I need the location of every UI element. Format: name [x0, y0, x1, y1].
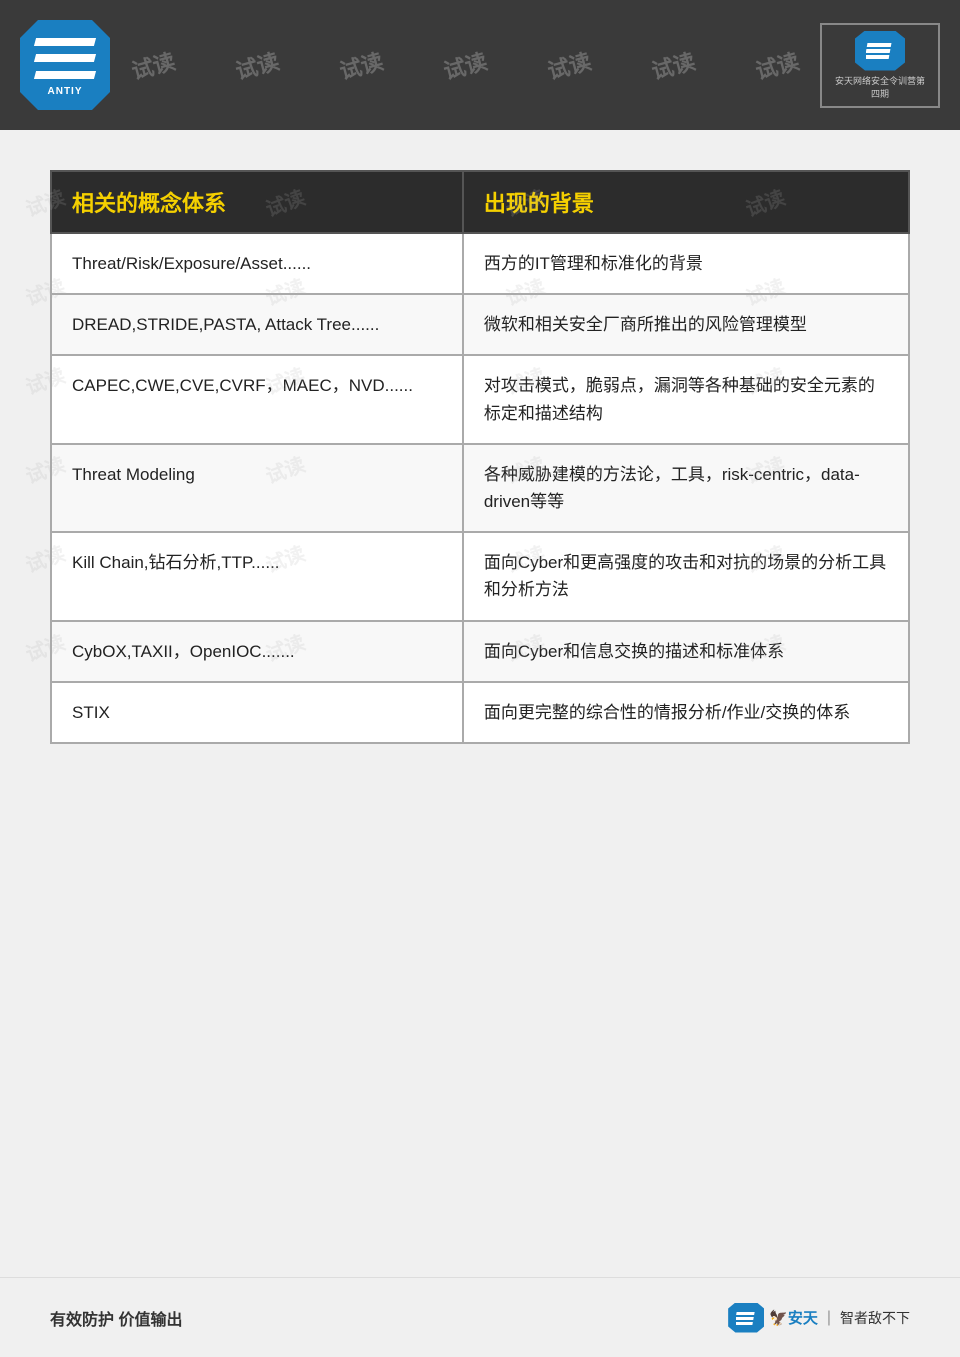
header-right-logo: 安天网络安全令训营第四期: [820, 23, 940, 108]
logo-text: ANTIY: [48, 86, 83, 97]
header-wm-7: 试读: [752, 44, 803, 86]
footer-divider: |: [827, 1309, 831, 1327]
table-cell-left-0: Threat/Risk/Exposure/Asset......: [51, 233, 463, 294]
logo-stripe-2: [34, 54, 96, 62]
footer-slogan: 有效防护 价值输出: [50, 1306, 182, 1330]
table-row: Threat Modeling各种威胁建模的方法论，工具，risk-centri…: [51, 444, 909, 532]
antiy-logo: ANTIY: [20, 20, 110, 110]
right-logo-box: 安天网络安全令训营第四期: [820, 23, 940, 108]
header-wm-4: 试读: [440, 44, 491, 86]
main-table: 相关的概念体系 出现的背景 Threat/Risk/Exposure/Asset…: [50, 170, 910, 744]
footer-logo-icon: [728, 1303, 764, 1333]
footer-logo: 🦅安天 | 智者敌不下: [728, 1303, 910, 1333]
table-cell-left-2: CAPEC,CWE,CVE,CVRF，MAEC，NVD......: [51, 355, 463, 443]
logo-stripe-3: [34, 71, 96, 79]
header-watermarks: 试读 试读 试读 试读 试读 试读 试读: [110, 49, 820, 81]
table-cell-right-1: 微软和相关安全厂商所推出的风险管理模型: [463, 294, 909, 355]
footer-logo-antiy: 🦅安天: [769, 1307, 818, 1328]
col2-header: 出现的背景: [463, 171, 909, 233]
table-cell-left-1: DREAD,STRIDE,PASTA, Attack Tree......: [51, 294, 463, 355]
table-cell-left-4: Kill Chain,钻石分析,TTP......: [51, 532, 463, 620]
col1-header: 相关的概念体系: [51, 171, 463, 233]
table-row: STIX面向更完整的综合性的情报分析/作业/交换的体系: [51, 682, 909, 743]
logo-stripes: [35, 34, 95, 84]
header-wm-6: 试读: [648, 44, 699, 86]
table-cell-right-5: 面向Cyber和信息交换的描述和标准体系: [463, 621, 909, 682]
header: ANTIY 试读 试读 试读 试读 试读 试读 试读 安天网络安全令训营第四期: [0, 0, 960, 130]
table-cell-left-6: STIX: [51, 682, 463, 743]
table-row: CAPEC,CWE,CVE,CVRF，MAEC，NVD......对攻击模式，脆…: [51, 355, 909, 443]
table-row: CybOX,TAXII，OpenIOC.......面向Cyber和信息交换的描…: [51, 621, 909, 682]
header-wm-1: 试读: [128, 44, 179, 86]
table-cell-right-3: 各种威胁建模的方法论，工具，risk-centric，data-driven等等: [463, 444, 909, 532]
table-cell-right-2: 对攻击模式，脆弱点，漏洞等各种基础的安全元素的标定和描述结构: [463, 355, 909, 443]
right-logo-icon: [855, 31, 905, 71]
table-row: DREAD,STRIDE,PASTA, Attack Tree......微软和…: [51, 294, 909, 355]
footer-logo-tagline: 智者敌不下: [840, 1308, 910, 1328]
table-cell-left-3: Threat Modeling: [51, 444, 463, 532]
right-logo-subtitle: 安天网络安全令训营第四期: [832, 74, 928, 100]
footer: 有效防护 价值输出 🦅安天 | 智者敌不下: [0, 1277, 960, 1357]
table-cell-right-4: 面向Cyber和更高强度的攻击和对抗的场景的分析工具和分析方法: [463, 532, 909, 620]
table-cell-left-5: CybOX,TAXII，OpenIOC.......: [51, 621, 463, 682]
table-cell-right-0: 西方的IT管理和标准化的背景: [463, 233, 909, 294]
main-content: 试读 试读 试读 试读 试读 试读 试读 试读 试读 试读 试读 试读 试读 试…: [0, 130, 960, 784]
table-cell-right-6: 面向更完整的综合性的情报分析/作业/交换的体系: [463, 682, 909, 743]
header-wm-2: 试读: [232, 44, 283, 86]
header-wm-3: 试读: [336, 44, 387, 86]
table-row: Threat/Risk/Exposure/Asset......西方的IT管理和…: [51, 233, 909, 294]
logo-stripe-1: [34, 38, 96, 46]
header-wm-5: 试读: [544, 44, 595, 86]
table-row: Kill Chain,钻石分析,TTP......面向Cyber和更高强度的攻击…: [51, 532, 909, 620]
